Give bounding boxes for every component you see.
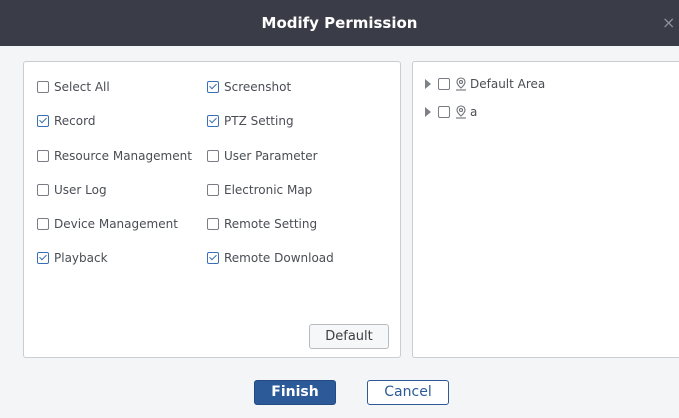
permission-label: Screenshot [224, 80, 292, 94]
permission-ptz-setting[interactable]: PTZ Setting [207, 113, 294, 129]
permission-label: Record [54, 114, 96, 128]
checkbox[interactable] [207, 252, 219, 264]
permission-electronic-map[interactable]: Electronic Map [207, 182, 312, 198]
checkbox[interactable] [438, 106, 450, 118]
permission-panel: Select All Screenshot Record PTZ Setting… [23, 61, 401, 358]
tree-node-a[interactable]: a [425, 104, 477, 120]
checkbox[interactable] [438, 78, 450, 90]
permission-user-log[interactable]: User Log [37, 182, 107, 198]
permission-label: Electronic Map [224, 183, 313, 197]
permission-label: Select All [54, 80, 110, 94]
tree-node-default-area[interactable]: Default Area [425, 76, 545, 92]
permission-device-management[interactable]: Device Management [37, 216, 178, 232]
permission-remote-download[interactable]: Remote Download [207, 250, 334, 266]
checkbox[interactable] [207, 150, 219, 162]
permission-select-all[interactable]: Select All [37, 79, 110, 95]
permission-label: User Parameter [224, 149, 318, 163]
permission-label: User Log [54, 183, 107, 197]
permission-label: Remote Download [224, 251, 334, 265]
checkbox[interactable] [37, 252, 49, 264]
location-pin-icon [456, 105, 466, 119]
close-icon[interactable]: × [662, 14, 679, 32]
permission-label: PTZ Setting [224, 114, 294, 128]
checkbox[interactable] [207, 184, 219, 196]
default-button[interactable]: Default [309, 324, 389, 349]
checkbox[interactable] [207, 81, 219, 93]
area-tree-panel: Default Area a [412, 61, 679, 358]
checkbox[interactable] [37, 184, 49, 196]
checkbox[interactable] [207, 218, 219, 230]
finish-button[interactable]: Finish [254, 380, 336, 405]
permission-record[interactable]: Record [37, 113, 95, 129]
permission-playback[interactable]: Playback [37, 250, 108, 266]
permission-label: Playback [54, 251, 108, 265]
expand-arrow-icon[interactable] [425, 79, 431, 89]
checkbox[interactable] [37, 115, 49, 127]
permission-user-parameter[interactable]: User Parameter [207, 148, 318, 164]
dialog-titlebar: Modify Permission × [0, 0, 679, 46]
dialog-body: Select All Screenshot Record PTZ Setting… [0, 46, 679, 418]
permission-label: Device Management [54, 217, 178, 231]
location-pin-icon [456, 77, 466, 91]
permission-resource-management[interactable]: Resource Management [37, 148, 192, 164]
cancel-button[interactable]: Cancel [367, 380, 449, 405]
permission-label: Remote Setting [224, 217, 318, 231]
checkbox[interactable] [37, 218, 49, 230]
tree-node-label: a [470, 105, 478, 119]
expand-arrow-icon[interactable] [425, 107, 431, 117]
permission-label: Resource Management [54, 149, 192, 163]
tree-node-label: Default Area [470, 77, 546, 91]
permission-remote-setting[interactable]: Remote Setting [207, 216, 317, 232]
checkbox[interactable] [37, 81, 49, 93]
dialog-title: Modify Permission [261, 14, 418, 32]
permission-screenshot[interactable]: Screenshot [207, 79, 291, 95]
checkbox[interactable] [207, 115, 219, 127]
checkbox[interactable] [37, 150, 49, 162]
